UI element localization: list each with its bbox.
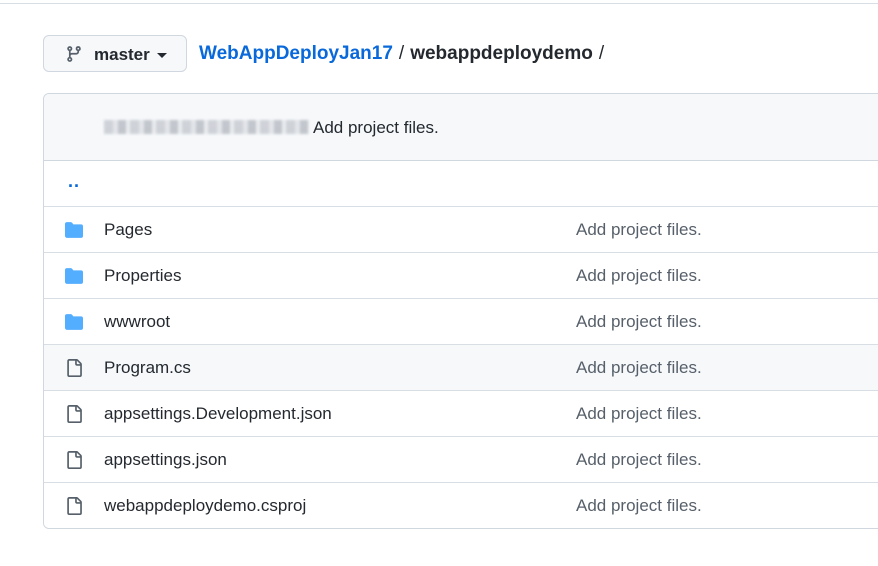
folder-icon xyxy=(64,313,84,331)
commit-message-link[interactable]: Add project files. xyxy=(576,496,702,516)
breadcrumb: WebAppDeployJan17 / webappdeploydemo / xyxy=(199,43,610,65)
folder-name-link[interactable]: Pages xyxy=(104,220,152,240)
file-row[interactable]: appsettings.json Add project files. xyxy=(44,437,878,483)
file-name-link[interactable]: webappdeploydemo.csproj xyxy=(104,496,306,516)
git-branch-icon xyxy=(67,46,81,62)
parent-directory-row[interactable]: .. xyxy=(44,161,878,207)
folder-icon xyxy=(64,221,84,239)
breadcrumb-separator: / xyxy=(598,43,605,64)
chevron-down-icon xyxy=(157,53,167,58)
folder-name-link[interactable]: Properties xyxy=(104,266,181,286)
commit-message-link[interactable]: Add project files. xyxy=(576,450,702,470)
folder-name-link[interactable]: wwwroot xyxy=(104,312,170,332)
file-row[interactable]: appsettings.Development.json Add project … xyxy=(44,391,878,437)
folder-icon xyxy=(64,267,84,285)
file-name-link[interactable]: appsettings.json xyxy=(104,450,227,470)
commit-message-link[interactable]: Add project files. xyxy=(576,312,702,332)
file-list: Add project files. .. Pages Add project f… xyxy=(43,93,878,529)
commit-message-link[interactable]: Add project files. xyxy=(576,266,702,286)
breadcrumb-current-folder: webappdeploydemo xyxy=(410,43,593,64)
file-icon xyxy=(64,405,84,423)
commit-message-link[interactable]: Add project files. xyxy=(576,358,702,378)
commit-message[interactable]: Add project files. xyxy=(313,118,439,138)
file-row[interactable]: Properties Add project files. xyxy=(44,253,878,299)
file-row[interactable]: webappdeploydemo.csproj Add project files… xyxy=(44,483,878,528)
breadcrumb-repo-link[interactable]: WebAppDeployJan17 xyxy=(199,43,393,65)
commit-message-link[interactable]: Add project files. xyxy=(576,220,702,240)
branch-name: master xyxy=(94,45,150,64)
file-icon xyxy=(64,359,84,377)
file-row[interactable]: wwwroot Add project files. xyxy=(44,299,878,345)
commit-message-link[interactable]: Add project files. xyxy=(576,404,702,424)
parent-directory-link[interactable]: .. xyxy=(68,171,80,192)
file-name-link[interactable]: Program.cs xyxy=(104,358,191,378)
latest-commit-header: Add project files. xyxy=(44,94,878,161)
file-icon xyxy=(64,497,84,515)
file-row[interactable]: Pages Add project files. xyxy=(44,207,878,253)
file-row[interactable]: Program.cs Add project files. xyxy=(44,345,878,391)
commit-author-redacted xyxy=(104,120,309,134)
breadcrumb-separator: / xyxy=(398,43,405,64)
branch-select-button[interactable]: master xyxy=(43,35,187,72)
top-border xyxy=(0,0,878,4)
file-icon xyxy=(64,451,84,469)
file-name-link[interactable]: appsettings.Development.json xyxy=(104,404,332,424)
